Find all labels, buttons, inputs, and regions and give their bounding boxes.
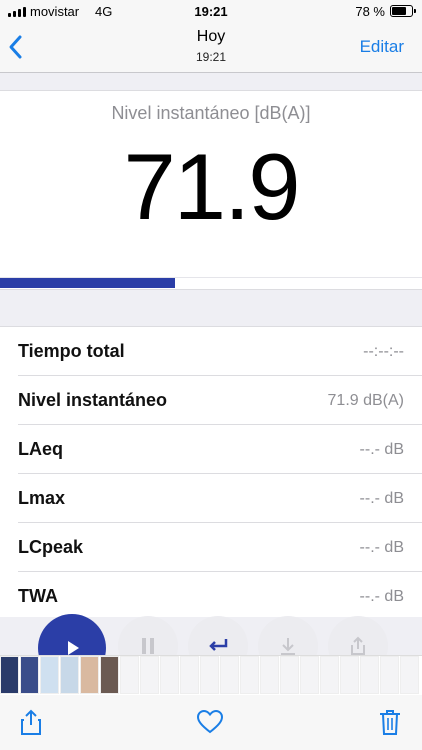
thumbnail[interactable] <box>0 656 19 694</box>
thumbnail[interactable] <box>200 656 219 694</box>
stat-value: --:--:-- <box>363 343 404 360</box>
thumbnail[interactable] <box>100 656 119 694</box>
thumbnail[interactable] <box>260 656 279 694</box>
thumbnail[interactable] <box>80 656 99 694</box>
thumbnail[interactable] <box>240 656 259 694</box>
thumbnail[interactable] <box>400 656 419 694</box>
stats-list: Tiempo total --:--:-- Nivel instantáneo … <box>0 326 422 617</box>
thumbnail[interactable] <box>380 656 399 694</box>
share-icon <box>21 709 41 735</box>
thumbnail[interactable] <box>40 656 59 694</box>
edit-button[interactable]: Editar <box>360 37 404 57</box>
thumbnail[interactable] <box>280 656 299 694</box>
meter-value: 71.9 <box>123 134 301 239</box>
meter-panel: Nivel instantáneo [dB(A)] 71.9 <box>0 90 422 290</box>
share-button[interactable] <box>16 707 46 737</box>
thumbnail[interactable] <box>160 656 179 694</box>
stat-label: Lmax <box>18 488 66 508</box>
stat-row-laeq: LAeq --.- dB <box>0 425 422 474</box>
thumbnail[interactable] <box>220 656 239 694</box>
stat-row-lcpeak: LCpeak --.- dB <box>0 523 422 572</box>
stat-value: --.- dB <box>359 588 404 605</box>
thumbnail[interactable] <box>20 656 39 694</box>
favorite-button[interactable] <box>195 707 225 737</box>
trash-icon <box>380 710 400 735</box>
stat-value: --.- dB <box>359 539 404 556</box>
download-icon <box>281 638 295 655</box>
stat-label: LAeq <box>18 439 63 459</box>
battery-percent: 78 % <box>355 4 385 19</box>
heart-icon <box>196 709 224 734</box>
stat-value: --.- dB <box>359 490 404 507</box>
stat-label: Tiempo total <box>18 341 125 361</box>
navigation-bar: Hoy 19:21 Editar <box>0 24 422 73</box>
stat-row-nivel-instantaneo: Nivel instantáneo 71.9 dB(A) <box>0 376 422 425</box>
return-arrow-icon <box>209 639 228 651</box>
stat-label: LCpeak <box>18 537 84 557</box>
stat-label: Nivel instantáneo <box>18 390 168 410</box>
stat-value: --.- dB <box>359 441 404 458</box>
bottom-toolbar <box>0 695 422 750</box>
thumbnail[interactable] <box>300 656 319 694</box>
thumbnail[interactable] <box>180 656 199 694</box>
share-icon <box>351 636 365 655</box>
thumbnail[interactable] <box>360 656 379 694</box>
stat-row-lmax: Lmax --.- dB <box>0 474 422 523</box>
meter-label: Nivel instantáneo [dB(A)] <box>111 103 311 123</box>
thumbnail[interactable] <box>60 656 79 694</box>
thumbnail-strip[interactable] <box>0 655 422 696</box>
thumbnail[interactable] <box>140 656 159 694</box>
pause-icon <box>142 638 154 654</box>
thumbnail[interactable] <box>340 656 359 694</box>
thumbnail[interactable] <box>120 656 139 694</box>
stat-label: TWA <box>18 586 58 606</box>
stat-value: 71.9 dB(A) <box>327 392 404 409</box>
status-bar: movistar 4G 19:21 78 % <box>0 0 422 24</box>
stat-row-tiempo-total: Tiempo total --:--:-- <box>0 327 422 376</box>
delete-button[interactable] <box>375 707 405 737</box>
level-bar <box>0 277 422 288</box>
battery-icon <box>390 5 416 17</box>
level-bar-fill <box>0 278 176 288</box>
thumbnail[interactable] <box>320 656 339 694</box>
